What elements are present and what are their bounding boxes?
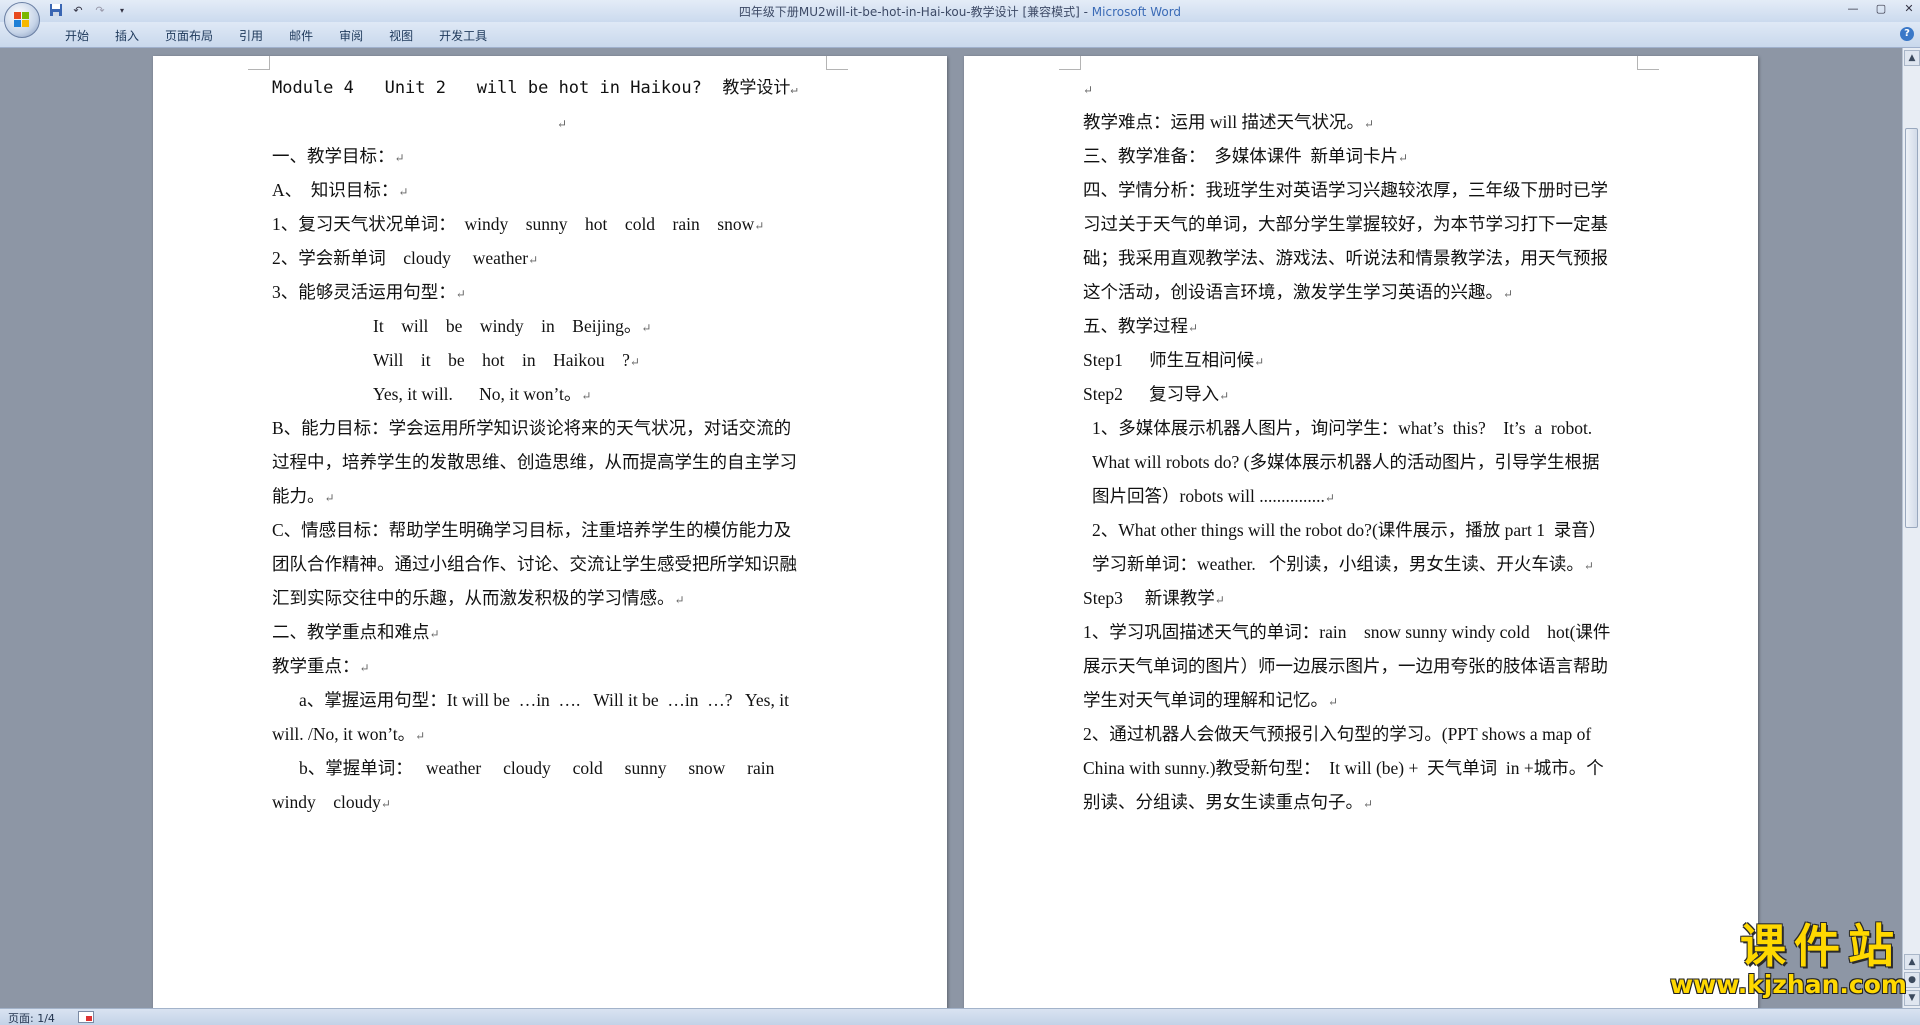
page-counter[interactable]: 页面: 1/4 [8, 1010, 55, 1025]
document-page-2[interactable]: ↵ 教学难点：运用 will 描述天气状况。↵ 三、教学准备： 多媒体课件 新单… [964, 56, 1758, 1008]
heading-preparation: 三、教学准备： 多媒体课件 新单词卡片↵ [1083, 146, 1409, 166]
objective-2: 2、学会新单词 cloudy weather↵ [272, 248, 539, 268]
tab-home[interactable]: 开始 [52, 28, 102, 44]
tab-page-layout[interactable]: 页面布局 [152, 28, 226, 44]
crop-mark [1059, 56, 1081, 70]
ability-objective-line-1: B、能力目标：学会运用所学知识谈论将来的天气状况，对话交流的 [272, 418, 792, 438]
tab-developer[interactable]: 开发工具 [426, 28, 500, 44]
status-bar: 页面: 1/4 [0, 1008, 1920, 1025]
analysis-line-3: 础；我采用直观教学法、游戏法、听说法和情景教学法，用天气预报 [1083, 248, 1608, 268]
scrollbar-thumb[interactable] [1905, 128, 1918, 528]
window-title: 四年级下册MU2will-it-be-hot-in-Hai-kou-教学设计 [… [0, 3, 1920, 20]
analysis-line-4: 这个活动，创设语言环境，激发学生学习英语的兴趣。↵ [1083, 282, 1514, 302]
step-3-item-2-line-1: 2、通过机器人会做天气预报引入句型的学习。(PPT shows a map of [1083, 724, 1592, 744]
maximize-icon[interactable]: ▢ [1874, 2, 1888, 16]
close-icon[interactable]: ✕ [1902, 2, 1916, 16]
knowledge-objectives: A、 知识目标：↵ [272, 180, 409, 200]
key-point-b-line-2: windy cloudy↵ [272, 792, 391, 812]
step-1: Step1 师生互相问候↵ [1083, 350, 1265, 370]
crop-mark [826, 56, 848, 70]
vertical-scrollbar[interactable]: ▲ ▲ ● ▼ [1902, 48, 1920, 1008]
watermark-logo: 课件站 www.kjzhan.com [1670, 919, 1907, 1003]
step-3-item-1-line-3: 学生对天气单词的理解和记忆。↵ [1083, 690, 1339, 710]
tab-review[interactable]: 审阅 [326, 28, 376, 44]
window-title-document: 四年级下册MU2will-it-be-hot-in-Hai-kou-教学设计 [… [738, 5, 1092, 19]
step-2-item-2-line-1: 2、What other things will the robot do?(课… [1092, 520, 1607, 540]
crop-mark [1637, 56, 1659, 70]
analysis-line-2: 习过关于天气的单词，大部分学生掌握较好，为本节学习打下一定基 [1083, 214, 1608, 234]
tab-mailings[interactable]: 邮件 [276, 28, 326, 44]
document-page-1[interactable]: Module 4 Unit 2 will be hot in Haikou? 教… [153, 56, 947, 1008]
office-logo-icon [14, 12, 30, 28]
tab-view[interactable]: 视图 [376, 28, 426, 44]
objective-3: 3、能够灵活运用句型：↵ [272, 282, 466, 302]
watermark-url: www.kjzhan.com [1670, 970, 1907, 999]
ribbon: 开始 插入 页面布局 引用 邮件 审阅 视图 开发工具 ? [0, 22, 1920, 48]
step-3-item-1-line-1: 1、学习巩固描述天气的单词：rain snow sunny windy cold… [1083, 622, 1611, 642]
ribbon-tabs: 开始 插入 页面布局 引用 邮件 审阅 视图 开发工具 [52, 28, 500, 44]
step-2-item-1-line-1: 1、多媒体展示机器人图片，询问学生：what’s this? It’s a ro… [1092, 418, 1593, 438]
empty-paragraph: ↵ [1083, 83, 1094, 97]
empty-paragraph: ↵ [557, 117, 568, 131]
step-2-item-2-line-2: 学习新单词：weather. 个别读，小组读，男女生读、开火车读。↵ [1092, 554, 1594, 574]
emotion-objective-line-3: 汇到实际交往中的乐趣，从而激发积极的学习情感。↵ [272, 588, 685, 608]
sentence-pattern-3: Yes, it will. No, it won’t。↵ [373, 384, 592, 404]
emotion-objective-line-1: C、情感目标：帮助学生明确学习目标，注重培养学生的模仿能力及 [272, 520, 792, 540]
minimize-icon[interactable]: — [1846, 2, 1860, 16]
step-3-item-2-line-2: China with sunny.)教受新句型： It will (be) + … [1083, 758, 1604, 778]
step-2-item-1-line-3: 图片回答）robots will ...............↵ [1092, 486, 1335, 506]
objective-1: 1、复习天气状况单词： windy sunny hot cold rain sn… [272, 214, 765, 234]
doc-title: Module 4 Unit 2 will be hot in Haikou? 教… [272, 78, 798, 98]
key-points-label: 教学重点：↵ [272, 656, 370, 676]
key-point-a-line-2: will. /No, it won’t。↵ [272, 724, 426, 744]
office-button[interactable] [4, 2, 40, 38]
heading-key-points: 二、教学重点和难点↵ [272, 622, 440, 642]
step-3-item-2-line-3: 别读、分组读、男女生读重点句子。↵ [1083, 792, 1374, 812]
step-3-item-1-line-2: 展示天气单词的图片）师一边展示图片，一边用夸张的肢体语言帮助 [1083, 656, 1608, 676]
heading-objectives: 一、教学目标：↵ [272, 146, 405, 166]
window-controls: — ▢ ✕ [1846, 2, 1916, 16]
difficulty-label: 教学难点：运用 will 描述天气状况。↵ [1083, 112, 1375, 132]
step-2-item-1-line-2: What will robots do? (多媒体展示机器人的活动图片，引导学生… [1092, 452, 1600, 472]
document-area: Module 4 Unit 2 will be hot in Haikou? 教… [0, 48, 1902, 1008]
key-point-b-line-1: b、掌握单词： weather cloudy cold sunny snow r… [299, 758, 775, 778]
key-point-a-line-1: a、掌握运用句型：It will be …in …. Will it be …i… [299, 690, 789, 710]
tab-references[interactable]: 引用 [226, 28, 276, 44]
ability-objective-line-3: 能力。↵ [272, 486, 335, 506]
proofing-icon[interactable] [78, 1011, 94, 1023]
watermark-text: 课件站 [1740, 919, 1902, 973]
title-bar: ↶ ↷ ▾ 四年级下册MU2will-it-be-hot-in-Hai-kou-… [0, 0, 1920, 22]
tab-insert[interactable]: 插入 [102, 28, 152, 44]
step-2: Step2 复习导入↵ [1083, 384, 1230, 404]
scroll-up-icon[interactable]: ▲ [1904, 50, 1920, 66]
ability-objective-line-2: 过程中，培养学生的发散思维、创造思维，从而提高学生的自主学习 [272, 452, 797, 472]
step-3: Step3 新课教学↵ [1083, 588, 1225, 608]
heading-process: 五、教学过程↵ [1083, 316, 1199, 336]
sentence-pattern-1: It will be windy in Beijing。↵ [373, 316, 652, 336]
window-title-app: Microsoft Word [1091, 5, 1182, 19]
emotion-objective-line-2: 团队合作精神。通过小组合作、讨论、交流让学生感受把所学知识融 [272, 554, 797, 574]
sentence-pattern-2: Will it be hot in Haikou ?↵ [373, 350, 640, 370]
help-icon[interactable]: ? [1900, 27, 1914, 41]
analysis-line-1: 四、学情分析：我班学生对英语学习兴趣较浓厚，三年级下册时已学 [1083, 180, 1608, 200]
crop-mark [248, 56, 270, 70]
previous-page-icon[interactable]: ▲ [1904, 954, 1920, 970]
